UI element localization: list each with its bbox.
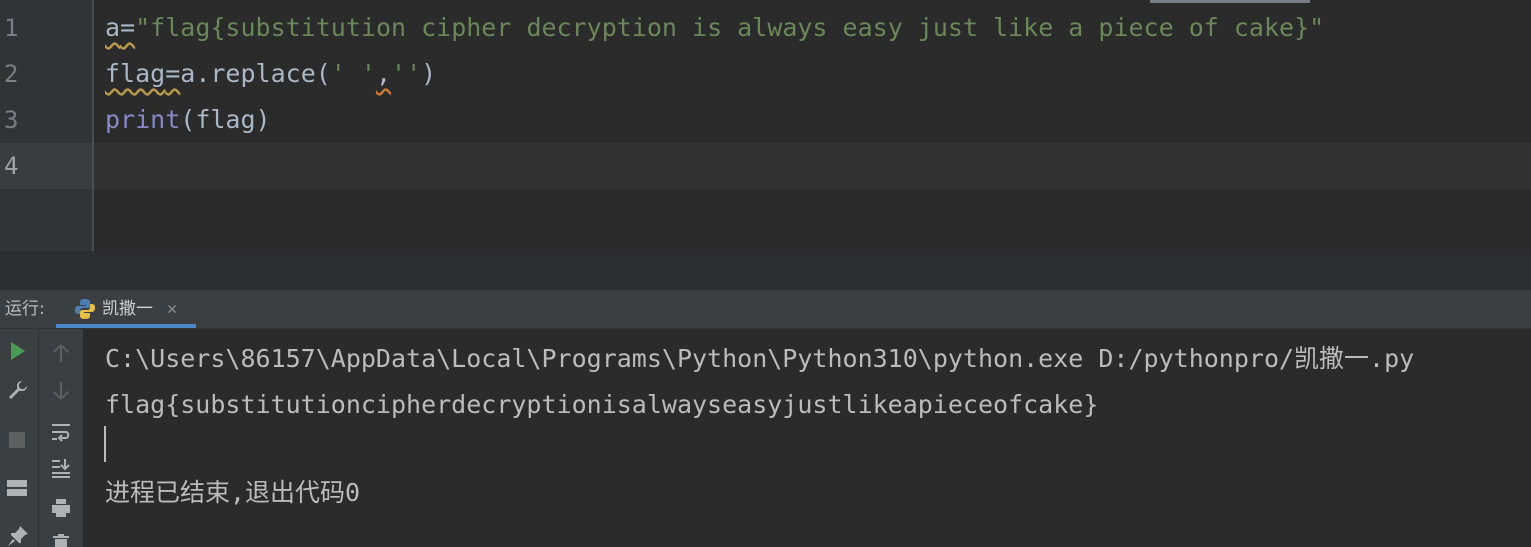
code-token-var: a [105, 13, 121, 42]
code-token-op: = [165, 59, 181, 88]
current-line-highlight [0, 143, 1531, 189]
line-number: 2 [4, 60, 19, 88]
code-token-string: ' ' [330, 59, 376, 88]
code-token-args: (flag) [180, 105, 271, 134]
run-toolbar-right [38, 329, 83, 547]
line-number: 1 [4, 14, 19, 42]
code-line-3[interactable]: print(flag) [105, 97, 271, 143]
console-command-line: C:\Users\86157\AppData\Local\Programs\Py… [105, 344, 1415, 373]
run-toolbar-left [0, 329, 38, 547]
run-label: 运行: [5, 299, 45, 319]
code-token-paren: ) [421, 59, 437, 88]
code-token-comma: , [375, 59, 392, 88]
code-line-2[interactable]: flag=a.replace(' ','') [105, 51, 436, 97]
console-exit-message: 进程已结束,退出代码0 [105, 478, 361, 507]
scroll-to-end-icon[interactable] [50, 457, 72, 479]
pin-icon[interactable] [7, 525, 29, 547]
wrench-icon[interactable] [7, 379, 29, 401]
soft-wrap-icon[interactable] [50, 421, 72, 443]
panel-splitter[interactable] [0, 251, 1531, 290]
code-token-string: '' [391, 59, 422, 88]
code-editor[interactable]: 1 2 3 4 a="flag{substitution cipher decr… [0, 0, 1531, 251]
arrow-down-icon[interactable] [52, 381, 70, 401]
code-line-1[interactable]: a="flag{substitution cipher decryption i… [105, 5, 1324, 51]
arrow-up-icon[interactable] [52, 343, 70, 363]
active-tab-underline [56, 324, 196, 328]
layout-icon[interactable] [6, 479, 28, 497]
run-tab[interactable]: 凯撒一 ✕ [56, 290, 196, 328]
trash-icon[interactable] [51, 534, 71, 547]
python-icon [75, 299, 95, 319]
run-tab-name: 凯撒一 [102, 299, 153, 319]
line-number: 4 [4, 152, 19, 180]
code-token-call: a.replace( [180, 59, 331, 88]
stop-icon[interactable] [8, 431, 26, 449]
console-output[interactable]: C:\Users\86157\AppData\Local\Programs\Py… [0, 329, 1531, 547]
text-caret [104, 426, 106, 462]
console-output-line: flag{substitutioncipherdecryptionisalway… [105, 390, 1099, 419]
code-token-string: "flag{substitution cipher decryption is … [135, 13, 1325, 42]
code-token-var: flag [105, 59, 166, 88]
code-token-op: = [120, 13, 136, 42]
line-number: 3 [4, 106, 19, 134]
close-icon[interactable]: ✕ [167, 290, 177, 328]
run-toolwindow-header: 运行: 凯撒一 ✕ [0, 290, 1531, 329]
play-icon[interactable] [9, 341, 27, 361]
gutter-separator [92, 0, 94, 251]
code-token-keyword: print [105, 105, 181, 134]
scroll-indicator [1150, 0, 1310, 3]
print-icon[interactable] [50, 497, 72, 519]
